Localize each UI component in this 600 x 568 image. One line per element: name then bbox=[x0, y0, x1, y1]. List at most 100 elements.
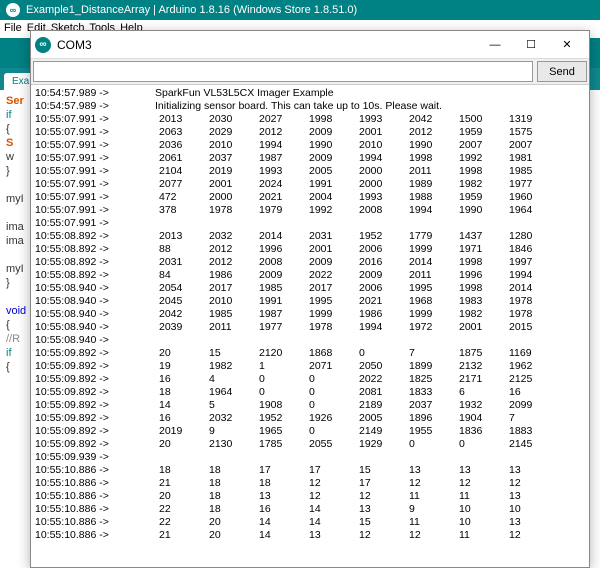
data-cell: 5 bbox=[205, 399, 255, 412]
data-cell: 1983 bbox=[455, 295, 505, 308]
data-cell: 2009 bbox=[305, 126, 355, 139]
data-cell: 1836 bbox=[455, 425, 505, 438]
data-values: 221816141391010 bbox=[155, 503, 555, 516]
data-cell: 2037 bbox=[205, 152, 255, 165]
data-cell: 1998 bbox=[455, 256, 505, 269]
data-cell: 11 bbox=[405, 516, 455, 529]
timestamp: 10:55:07.991 -> bbox=[35, 191, 155, 204]
timestamp: 10:55:07.991 -> bbox=[35, 178, 155, 191]
data-cell: 1994 bbox=[405, 204, 455, 217]
data-cell: 1964 bbox=[505, 204, 555, 217]
data-cell: 1968 bbox=[405, 295, 455, 308]
close-icon[interactable]: ✕ bbox=[549, 33, 585, 57]
serial-message: Initializing sensor board. This can take… bbox=[155, 100, 585, 113]
data-cell: 10 bbox=[455, 503, 505, 516]
send-button[interactable]: Send bbox=[537, 61, 587, 82]
data-cell: 2063 bbox=[155, 126, 205, 139]
serial-titlebar[interactable]: ∞ COM3 — ☐ ✕ bbox=[31, 31, 589, 59]
data-cell: 2009 bbox=[305, 256, 355, 269]
timestamp: 10:55:07.991 -> bbox=[35, 126, 155, 139]
timestamp: 10:55:09.892 -> bbox=[35, 360, 155, 373]
data-cell: 2012 bbox=[205, 256, 255, 269]
data-cell: 1989 bbox=[405, 178, 455, 191]
data-cell: 1575 bbox=[505, 126, 555, 139]
data-cell: 1988 bbox=[405, 191, 455, 204]
serial-line: 10:55:07.991 ->3781978197919922008199419… bbox=[35, 204, 585, 217]
serial-line: 10:55:09.892 ->1819640020811833616 bbox=[35, 386, 585, 399]
data-cell: 1908 bbox=[255, 399, 305, 412]
data-values: 20392011197719781994197220012015 bbox=[155, 321, 555, 334]
data-cell: 1993 bbox=[355, 113, 405, 126]
data-cell: 14 bbox=[305, 503, 355, 516]
timestamp: 10:55:08.892 -> bbox=[35, 243, 155, 256]
timestamp: 10:55:09.892 -> bbox=[35, 438, 155, 451]
serial-input[interactable] bbox=[33, 61, 533, 82]
data-cell: 2036 bbox=[155, 139, 205, 152]
serial-line: 10:55:07.991 ->2104201919932005200020111… bbox=[35, 165, 585, 178]
minimize-icon[interactable]: — bbox=[477, 33, 513, 57]
data-cell: 18 bbox=[255, 477, 305, 490]
serial-line: 10:55:08.892 ->2013203220142031195217791… bbox=[35, 230, 585, 243]
data-cell: 0 bbox=[405, 438, 455, 451]
data-cell: 12 bbox=[355, 490, 405, 503]
data-cell: 16 bbox=[505, 386, 555, 399]
timestamp: 10:55:10.886 -> bbox=[35, 477, 155, 490]
data-values: 145190802189203719322099 bbox=[155, 399, 555, 412]
data-cell: 1990 bbox=[305, 139, 355, 152]
data-values: 2018131212111113 bbox=[155, 490, 555, 503]
data-values: 20421985198719991986199919821978 bbox=[155, 308, 555, 321]
serial-output[interactable]: 10:54:57.989 ->SparkFun VL53L5CX Imager … bbox=[31, 85, 589, 567]
maximize-icon[interactable]: ☐ bbox=[513, 33, 549, 57]
data-cell: 14 bbox=[155, 399, 205, 412]
data-values: 21042019199320052000201119981985 bbox=[155, 165, 555, 178]
data-cell: 2029 bbox=[205, 126, 255, 139]
data-cell: 2145 bbox=[505, 438, 555, 451]
data-cell: 2032 bbox=[205, 412, 255, 425]
data-values: 20632029201220092001201219591575 bbox=[155, 126, 555, 139]
data-cell: 1998 bbox=[455, 165, 505, 178]
data-values: 202130178520551929002145 bbox=[155, 438, 555, 451]
data-cell: 2008 bbox=[355, 204, 405, 217]
data-cell: 2012 bbox=[205, 243, 255, 256]
data-cell: 1995 bbox=[405, 282, 455, 295]
data-cell: 1995 bbox=[305, 295, 355, 308]
data-cell: 1960 bbox=[505, 191, 555, 204]
data-cell: 2022 bbox=[355, 373, 405, 386]
data-cell: 1883 bbox=[505, 425, 555, 438]
data-cell: 1977 bbox=[255, 321, 305, 334]
serial-line: 10:55:10.886 ->2220141415111013 bbox=[35, 516, 585, 529]
menu-file[interactable]: File bbox=[4, 22, 22, 34]
data-cell: 1896 bbox=[405, 412, 455, 425]
data-cell: 1994 bbox=[355, 321, 405, 334]
timestamp: 10:55:08.940 -> bbox=[35, 282, 155, 295]
data-cell: 11 bbox=[405, 490, 455, 503]
data-cell: 16 bbox=[255, 503, 305, 516]
data-cell: 1991 bbox=[255, 295, 305, 308]
serial-line: 10:55:10.886 ->2118181217121212 bbox=[35, 477, 585, 490]
data-cell: 2017 bbox=[205, 282, 255, 295]
data-cell: 1993 bbox=[355, 191, 405, 204]
data-cell: 1978 bbox=[505, 308, 555, 321]
data-cell: 2015 bbox=[505, 321, 555, 334]
data-cell: 1971 bbox=[455, 243, 505, 256]
data-values: 1818171715131313 bbox=[155, 464, 555, 477]
data-values: 20362010199419902010199020072007 bbox=[155, 139, 555, 152]
data-cell: 2077 bbox=[155, 178, 205, 191]
data-cell: 1993 bbox=[255, 165, 305, 178]
data-cell: 2010 bbox=[355, 139, 405, 152]
data-cell: 12 bbox=[305, 477, 355, 490]
data-cell: 15 bbox=[355, 464, 405, 477]
data-cell: 1955 bbox=[405, 425, 455, 438]
data-cell: 13 bbox=[505, 464, 555, 477]
data-cell: 17 bbox=[305, 464, 355, 477]
data-cell: 13 bbox=[505, 490, 555, 503]
data-cell: 1959 bbox=[455, 126, 505, 139]
data-cell: 1932 bbox=[455, 399, 505, 412]
data-cell: 2031 bbox=[155, 256, 205, 269]
data-cell: 14 bbox=[305, 516, 355, 529]
data-cell: 2050 bbox=[355, 360, 405, 373]
data-cell: 2132 bbox=[455, 360, 505, 373]
serial-line: 10:55:07.991 ->2013203020271998199320421… bbox=[35, 113, 585, 126]
data-cell: 2042 bbox=[155, 308, 205, 321]
serial-line: 10:55:10.886 ->2018131212111113 bbox=[35, 490, 585, 503]
